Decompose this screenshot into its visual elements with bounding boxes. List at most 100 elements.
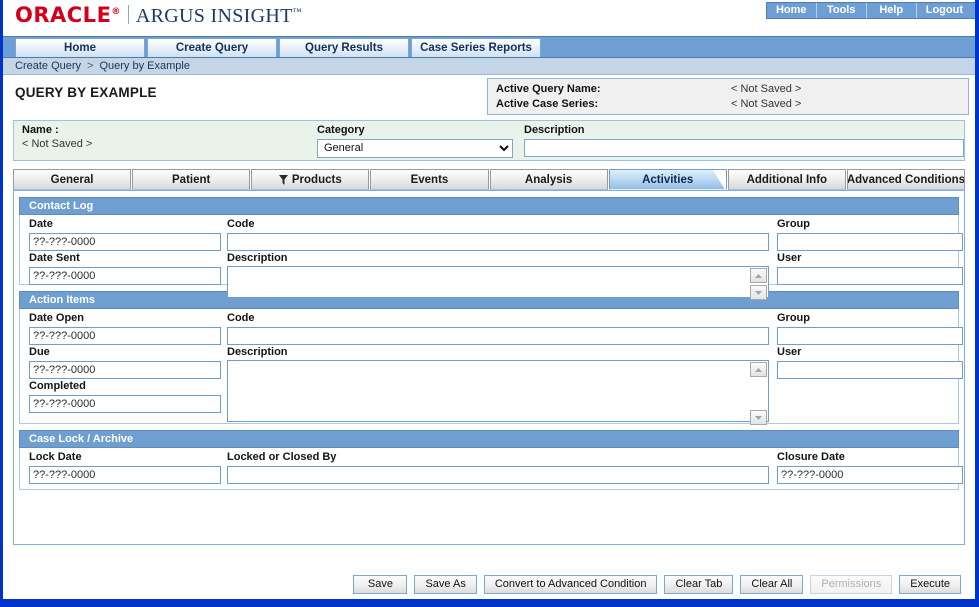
section-case-lock: Case Lock / Archive Lock Date Locked or … (19, 430, 963, 490)
mainnav-case-series-reports[interactable]: Case Series Reports (411, 38, 541, 57)
section-case-lock-title: Case Lock / Archive (29, 433, 134, 445)
contact-date-sent-input[interactable] (29, 267, 221, 285)
category-block: Category General (317, 124, 513, 158)
scroll-up-icon[interactable] (750, 362, 767, 377)
action-completed-label: Completed (29, 380, 86, 392)
tab-analysis[interactable]: Analysis (489, 169, 608, 190)
action-description-scroll (750, 362, 767, 425)
action-completed-input[interactable] (29, 395, 221, 413)
action-code-input[interactable] (227, 327, 769, 345)
field-action-code: Code (227, 312, 769, 345)
contact-user-label: User (777, 252, 802, 264)
section-action-items: Action Items Date Open Code Group Due (19, 291, 963, 427)
contact-date-input[interactable] (29, 233, 221, 251)
locked-by-input[interactable] (227, 466, 769, 484)
title-row: QUERY BY EXAMPLE Active Query Name: < No… (3, 75, 975, 120)
funnel-icon (278, 174, 288, 185)
topnav-tools[interactable]: Tools (817, 3, 867, 18)
oracle-wordmark: ORACLE® (15, 3, 121, 27)
topnav-logout[interactable]: Logout (917, 3, 975, 18)
description-block: Description (524, 124, 964, 157)
clear-tab-button[interactable]: Clear Tab (664, 574, 734, 594)
section-case-lock-header: Case Lock / Archive (19, 430, 959, 448)
mainnav-create-query[interactable]: Create Query (147, 38, 277, 57)
action-user-label: User (777, 346, 802, 358)
section-contact-log-header: Contact Log (19, 197, 959, 215)
save-as-button[interactable]: Save As (414, 574, 477, 594)
breadcrumb: Create Query > Query by Example (3, 58, 975, 75)
form-tabs: General Patient Products Events Analysis… (13, 168, 965, 190)
tab-activities[interactable]: Activities (608, 169, 727, 190)
action-due-input[interactable] (29, 361, 221, 379)
scroll-down-icon[interactable] (750, 285, 767, 300)
tab-advanced-conditions-label: Advanced Conditions (846, 173, 965, 186)
tab-additional-info[interactable]: Additional Info (727, 169, 846, 190)
page-title: QUERY BY EXAMPLE (15, 85, 157, 100)
contact-user-input[interactable] (777, 267, 963, 285)
trademark-symbol: ™ (292, 6, 302, 17)
topnav-home[interactable]: Home (767, 3, 817, 18)
primary-nav: Home Create Query Query Results Case Ser… (3, 36, 975, 58)
contact-group-input[interactable] (777, 233, 963, 251)
tab-patient[interactable]: Patient (132, 169, 251, 190)
field-contact-code: Code (227, 218, 769, 251)
action-group-label: Group (777, 312, 810, 324)
closure-date-input[interactable] (777, 466, 963, 484)
contact-description-textarea[interactable] (227, 266, 769, 298)
permissions-button: Permissions (810, 574, 893, 594)
action-description-textarea[interactable] (227, 360, 769, 422)
action-code-label: Code (227, 312, 255, 324)
tab-patient-label: Patient (172, 173, 211, 186)
active-query-name-value: < Not Saved > (731, 83, 802, 95)
field-action-description: Description (227, 346, 769, 427)
topnav-help[interactable]: Help (867, 3, 917, 18)
section-action-items-body: Date Open Code Group Due Description (19, 309, 963, 427)
field-contact-description: Description (227, 252, 769, 303)
action-due-label: Due (29, 346, 50, 358)
action-user-input[interactable] (777, 361, 963, 379)
utility-nav: Home Tools Help Logout (765, 2, 975, 19)
tab-products[interactable]: Products (251, 169, 370, 190)
action-date-open-label: Date Open (29, 312, 85, 324)
tab-advanced-conditions[interactable]: Advanced Conditions (846, 169, 965, 190)
lock-date-input[interactable] (29, 466, 221, 484)
tab-analysis-label: Analysis (524, 173, 573, 186)
tab-general-label: General (50, 173, 94, 186)
field-contact-date: Date (29, 218, 221, 251)
tab-corner-notch (712, 170, 726, 189)
tab-general[interactable]: General (13, 169, 132, 190)
breadcrumb-create-query[interactable]: Create Query (15, 60, 81, 72)
contact-code-input[interactable] (227, 233, 769, 251)
description-input[interactable] (524, 139, 964, 157)
field-contact-date-sent: Date Sent (29, 252, 221, 285)
action-date-open-input[interactable] (29, 327, 221, 345)
breadcrumb-separator: > (87, 60, 94, 72)
clear-all-button[interactable]: Clear All (740, 574, 804, 594)
section-action-items-title: Action Items (29, 294, 96, 306)
scroll-up-icon[interactable] (750, 268, 767, 283)
action-description-wrapper (227, 360, 769, 427)
field-action-due: Due (29, 346, 221, 379)
action-group-input[interactable] (777, 327, 963, 345)
active-query-name-row: Active Query Name: < Not Saved > (496, 82, 968, 97)
active-query-panel: Active Query Name: < Not Saved > Active … (487, 78, 969, 115)
action-description-label: Description (227, 346, 288, 358)
breadcrumb-query-by-example: Query by Example (99, 60, 190, 72)
query-meta-bar: Name : < Not Saved > Category General De… (13, 120, 965, 161)
tab-events-label: Events (410, 173, 449, 186)
mainnav-query-results[interactable]: Query Results (279, 38, 409, 57)
save-button[interactable]: Save (353, 574, 408, 594)
convert-to-advanced-condition-button[interactable]: Convert to Advanced Condition (483, 574, 658, 594)
execute-button[interactable]: Execute (899, 574, 961, 594)
mainnav-home[interactable]: Home (15, 38, 145, 57)
activities-tab-panel: Contact Log Date Code Group Date Sent (13, 190, 965, 545)
window-bottom-border (3, 599, 975, 603)
contact-code-label: Code (227, 218, 255, 230)
tab-events[interactable]: Events (370, 169, 489, 190)
category-select[interactable]: General (317, 138, 513, 158)
tab-additional-info-label: Additional Info (746, 173, 828, 186)
scroll-down-icon[interactable] (750, 410, 767, 425)
field-locked-by: Locked or Closed By (227, 451, 769, 484)
application-window: ORACLE® ARGUS INSIGHT™ Home Tools Help L… (0, 0, 979, 607)
query-name-label: Name : (22, 124, 59, 136)
